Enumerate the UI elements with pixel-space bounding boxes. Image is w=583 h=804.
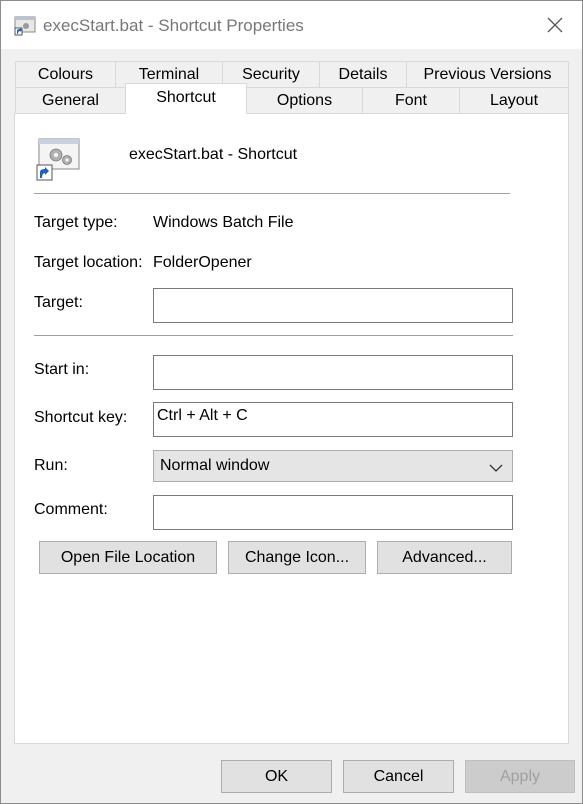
tab-general[interactable]: General (15, 87, 126, 114)
close-button[interactable] (528, 1, 582, 49)
target-location-label: Target location: (34, 254, 143, 271)
cancel-button[interactable]: Cancel (343, 760, 454, 793)
chevron-down-icon (489, 460, 503, 472)
start-in-label: Start in: (34, 361, 90, 378)
tab-font[interactable]: Font (362, 87, 460, 114)
separator-middle (34, 335, 513, 336)
tab-colours[interactable]: Colours (15, 61, 116, 88)
close-icon (547, 17, 563, 33)
target-location-value: FolderOpener (153, 254, 252, 271)
shortcut-key-field[interactable]: Ctrl + Alt + C (153, 402, 513, 437)
tab-layout[interactable]: Layout (459, 87, 569, 114)
comment-label: Comment: (34, 501, 108, 518)
separator-top (34, 193, 510, 194)
start-in-field[interactable] (153, 355, 513, 390)
open-file-location-button[interactable]: Open File Location (39, 541, 217, 574)
change-icon-button[interactable]: Change Icon... (228, 541, 366, 574)
target-label: Target: (34, 294, 83, 311)
tab-options[interactable]: Options (246, 87, 363, 114)
target-field[interactable] (153, 288, 513, 323)
title-bar: execStart.bat - Shortcut Properties (1, 1, 582, 49)
apply-button[interactable]: Apply (465, 760, 575, 793)
run-label: Run: (34, 457, 68, 474)
shortcut-name: execStart.bat - Shortcut (129, 146, 298, 163)
ok-button[interactable]: OK (221, 760, 332, 793)
target-type-value: Windows Batch File (153, 214, 294, 231)
gear-shortcut-icon (36, 138, 80, 182)
comment-field[interactable] (153, 495, 513, 530)
target-type-label: Target type: (34, 214, 118, 231)
tab-shortcut[interactable]: Shortcut (125, 83, 247, 114)
window-title: execStart.bat - Shortcut Properties (43, 16, 304, 35)
properties-window: execStart.bat - Shortcut Properties Colo… (0, 0, 583, 804)
run-select-value: Normal window (160, 457, 270, 474)
tab-details[interactable]: Details (319, 61, 407, 88)
advanced-button[interactable]: Advanced... (377, 541, 512, 574)
shortcut-file-icon (14, 16, 36, 36)
tab-previous-versions[interactable]: Previous Versions (406, 61, 569, 88)
run-select[interactable]: Normal window (153, 450, 513, 482)
shortcut-key-label: Shortcut key: (34, 409, 128, 426)
